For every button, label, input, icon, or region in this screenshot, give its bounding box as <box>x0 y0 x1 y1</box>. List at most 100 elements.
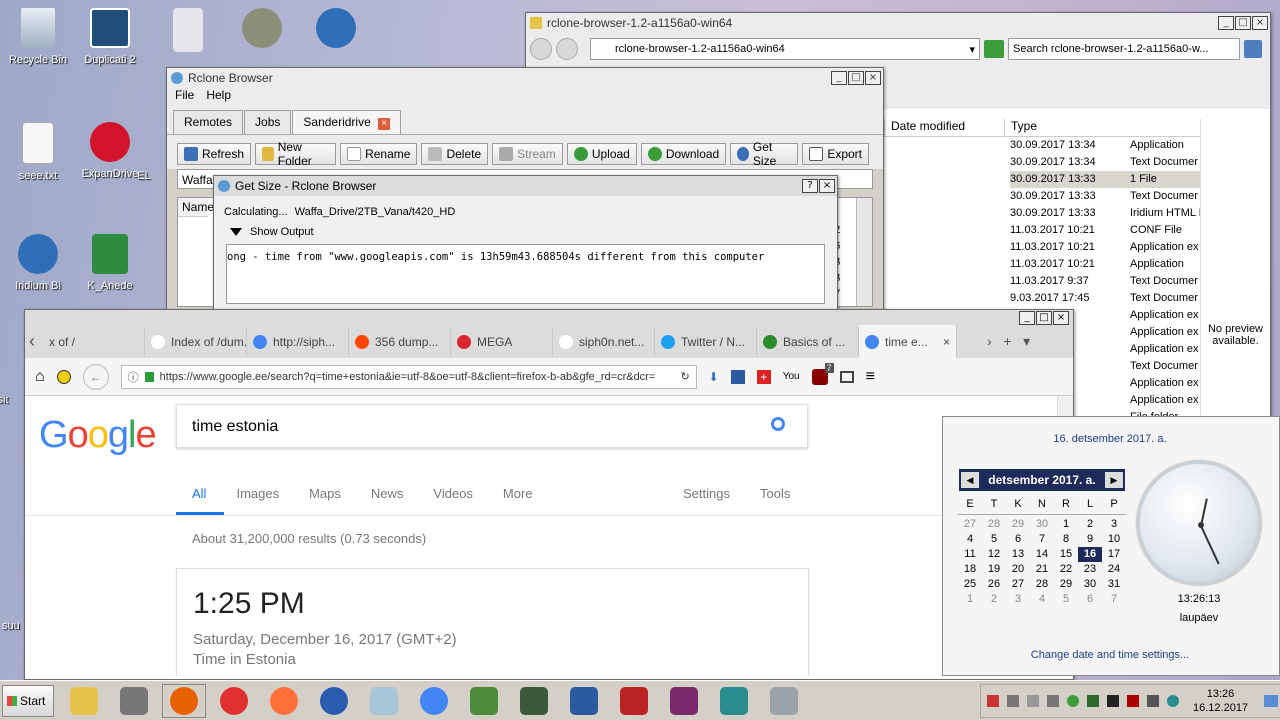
addon-icon[interactable]: + <box>756 369 771 384</box>
calendar-day[interactable]: 15 <box>1054 547 1078 562</box>
explorer-row[interactable]: 30.09.2017 13:33 1 File <box>1010 171 1200 188</box>
calendar-day[interactable]: 1 <box>958 592 982 607</box>
calendar-header-date[interactable]: 16. detsember 2017. a. <box>943 433 1277 445</box>
back-icon[interactable] <box>530 38 552 60</box>
calendar-day[interactable]: 8 <box>1054 532 1078 547</box>
explorer-path-field[interactable]: rclone-browser-1.2-a1156a0-win64 ▾ <box>590 38 980 60</box>
calendar-day[interactable]: 25 <box>958 577 982 592</box>
desktop-icon-spreadsheet[interactable]: K_Anede <box>72 234 148 292</box>
browser-tab[interactable]: Twitter / N... <box>655 326 757 357</box>
export-button[interactable]: Export <box>802 143 869 165</box>
desktop-icon-esit[interactable]: esit <box>0 394 20 406</box>
sidebar-icon[interactable] <box>839 370 854 383</box>
calendar-day[interactable]: 3 <box>1102 517 1126 532</box>
calendar-day[interactable]: 20 <box>1006 562 1030 577</box>
tray-icon[interactable] <box>1107 694 1119 707</box>
taskbar-rclone-icon[interactable] <box>712 684 756 718</box>
tab-sanderidrive[interactable]: Sanderidrive × <box>292 110 402 134</box>
calendar-day[interactable]: 21 <box>1030 562 1054 577</box>
calendar-day[interactable]: 5 <box>1054 592 1078 607</box>
taskbar-thunderbird-icon[interactable] <box>312 684 356 718</box>
browser-tab[interactable]: Index of /dum... <box>145 326 247 357</box>
calendar-day[interactable]: 19 <box>982 562 1006 577</box>
nav-news[interactable]: News <box>371 486 404 501</box>
calendar-day[interactable]: 10 <box>1102 532 1126 547</box>
taskbar-folder-icon[interactable] <box>62 684 106 718</box>
search-input[interactable]: time estonia <box>176 404 808 448</box>
new-folder-button[interactable]: New Folder <box>255 140 337 168</box>
shield-icon[interactable] <box>1067 694 1079 707</box>
date-settings-link[interactable]: Change date and time settings... <box>943 649 1277 661</box>
tray-icon[interactable] <box>1167 694 1179 707</box>
taskbar-window-icon[interactable] <box>762 684 806 718</box>
taskbar-firefox-icon[interactable] <box>262 684 306 718</box>
column-date-modified[interactable]: Date modified <box>884 119 1004 136</box>
calendar-day[interactable]: 6 <box>1006 532 1030 547</box>
search-icon[interactable] <box>1244 40 1262 58</box>
explorer-row[interactable]: 30.09.2017 13:33 Iridium HTML I <box>1010 205 1200 222</box>
desktop-icon-game[interactable] <box>224 8 300 54</box>
calendar-day[interactable]: 27 <box>958 517 982 532</box>
browser-tab[interactable]: http://siph... <box>247 326 349 357</box>
home-icon[interactable]: ⌂ <box>35 368 45 386</box>
taskbar-antivirus-icon[interactable] <box>212 684 256 718</box>
explorer-titlebar[interactable]: rclone-browser-1.2-a1156a0-win64 _ □ × <box>526 13 1270 33</box>
tab-controls[interactable]: › + ▾ <box>987 333 1030 350</box>
volume-icon[interactable] <box>1047 694 1059 707</box>
explorer-row[interactable]: 30.09.2017 13:33 Text Documer <box>1010 188 1200 205</box>
calendar-day[interactable]: 18 <box>958 562 982 577</box>
save-icon[interactable] <box>730 369 745 384</box>
extension-icon[interactable] <box>56 369 71 384</box>
calendar-day[interactable]: 9 <box>1078 532 1102 547</box>
prev-month-button[interactable]: ◀ <box>961 472 979 488</box>
calendar-day[interactable]: 29 <box>1006 517 1030 532</box>
nav-maps[interactable]: Maps <box>309 486 341 501</box>
tray-icon[interactable] <box>1007 694 1019 707</box>
forward-icon[interactable] <box>556 38 578 60</box>
desktop-icon-recycle-bin[interactable]: Recycle Bin <box>0 8 76 66</box>
close-tab-icon[interactable]: × <box>378 118 391 130</box>
settings-link[interactable]: Settings <box>683 486 730 501</box>
explorer-search-input[interactable]: Search rclone-browser-1.2-a1156a0-w... <box>1008 38 1240 60</box>
calendar-day[interactable]: 27 <box>1006 577 1030 592</box>
tab-remotes[interactable]: Remotes <box>173 110 244 134</box>
taskbar-cat-icon[interactable] <box>112 684 156 718</box>
hamburger-menu-icon[interactable]: ≡ <box>866 368 875 386</box>
taskbar-firefox-dev-icon[interactable] <box>162 683 206 718</box>
calendar-day[interactable]: 5 <box>982 532 1006 547</box>
search-icon[interactable] <box>771 417 785 431</box>
refresh-icon[interactable] <box>984 40 1004 58</box>
desktop-icon-text[interactable]: seee.txt <box>0 122 76 182</box>
taskbar-chrome-icon[interactable] <box>412 684 456 718</box>
close-tab-icon[interactable]: × <box>943 335 950 349</box>
desktop-icon-duplicati[interactable]: Duplicati 2 <box>72 8 148 66</box>
browser-tab[interactable]: Basics of ... <box>757 326 859 357</box>
calendar-day[interactable]: 2 <box>982 592 1006 607</box>
firefox-titlebar[interactable]: _ □ × <box>25 310 1073 325</box>
tab-scroll-left-icon[interactable]: ‹ <box>29 331 43 352</box>
browser-tab[interactable]: MEGA <box>451 326 553 357</box>
taskbar-network-icon[interactable] <box>512 684 556 718</box>
calendar-day[interactable]: 16 <box>1078 547 1102 562</box>
close-button[interactable]: × <box>865 71 881 85</box>
calendar-day[interactable]: 31 <box>1102 577 1126 592</box>
taskbar-eraser-icon[interactable] <box>362 684 406 718</box>
minimize-button[interactable]: _ <box>1218 16 1234 30</box>
maximize-button[interactable]: □ <box>1036 311 1052 325</box>
youtube-icon[interactable]: You <box>783 371 800 382</box>
tree-scrollbar[interactable] <box>856 198 872 306</box>
calendar-day[interactable]: 7 <box>1030 532 1054 547</box>
browser-tab[interactable]: 356 dump... <box>349 326 451 357</box>
calendar-day[interactable]: 4 <box>1030 592 1054 607</box>
tools-link[interactable]: Tools <box>760 486 790 501</box>
explorer-row[interactable]: 11.03.2017 10:21 Application <box>1010 256 1200 273</box>
calendar-day[interactable]: 30 <box>1078 577 1102 592</box>
minimize-button[interactable]: _ <box>831 71 847 85</box>
taskbar-game-icon[interactable] <box>612 684 656 718</box>
calendar-day[interactable]: 23 <box>1078 562 1102 577</box>
menu-file[interactable]: File <box>175 88 194 106</box>
tray-icon[interactable] <box>1147 694 1159 707</box>
help-button[interactable]: ? <box>802 179 818 193</box>
maximize-button[interactable]: □ <box>848 71 864 85</box>
calendar-day[interactable]: 7 <box>1102 592 1126 607</box>
